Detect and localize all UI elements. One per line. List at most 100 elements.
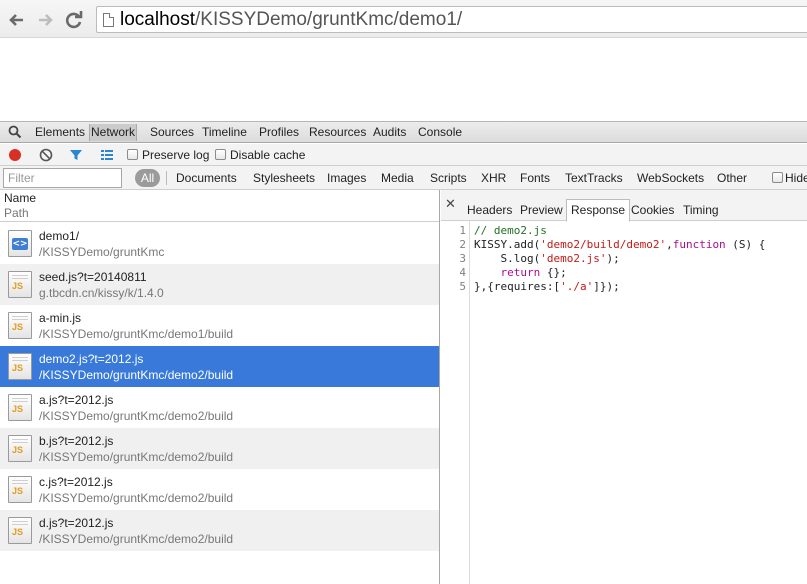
record-icon[interactable] (8, 148, 22, 162)
line-number: 1 (459, 224, 466, 237)
code-line: S.log('demo2.js'); (474, 252, 620, 265)
back-arrow-icon (9, 14, 23, 26)
request-path: /KISSYDemo/gruntKmc/demo2/build (39, 409, 234, 423)
hide-label: Hide (785, 171, 807, 185)
response-source[interactable]: 1 2 3 4 5 // demo2.js KISSY.add('demo2/b… (441, 221, 807, 584)
filter-stylesheets[interactable]: Stylesheets (253, 171, 315, 185)
tab-headers[interactable]: Headers (463, 200, 516, 221)
list-view-icon[interactable] (100, 148, 114, 162)
preserve-log-label: Preserve log (142, 148, 210, 162)
line-number-gutter: 1 2 3 4 5 (441, 221, 470, 584)
filter-funnel-icon[interactable] (69, 148, 83, 162)
request-path: /KISSYDemo/gruntKmc/demo2/build (39, 532, 234, 546)
html-file-icon: <> (8, 230, 32, 257)
request-path: /KISSYDemo/gruntKmc/demo2/build (39, 368, 234, 382)
filter-divider (166, 171, 167, 185)
line-number: 4 (459, 266, 466, 279)
request-row[interactable]: <> demo1/ /KISSYDemo/gruntKmc (0, 223, 439, 264)
request-name: seed.js?t=20140811 (39, 270, 147, 284)
hide-data-urls-checkbox[interactable] (772, 172, 783, 183)
column-name-header[interactable]: Name (4, 191, 36, 205)
tab-audits[interactable]: Audits (373, 124, 406, 141)
request-row[interactable]: JS seed.js?t=20140811 g.tbcdn.cn/kissy/k… (0, 264, 439, 305)
code-line: return {}; (500, 266, 567, 279)
reload-button[interactable] (63, 9, 85, 31)
forward-arrow-icon (39, 14, 53, 26)
url-text[interactable]: localhost/KISSYDemo/gruntKmc/demo1/ (120, 9, 462, 31)
filter-scripts[interactable]: Scripts (430, 171, 467, 185)
filter-all-button[interactable]: All (135, 169, 160, 187)
address-bar[interactable]: localhost/KISSYDemo/gruntKmc/demo1/ (96, 6, 807, 33)
request-row[interactable]: JS c.js?t=2012.js /KISSYDemo/gruntKmc/de… (0, 469, 439, 510)
list-header: Name Path (0, 190, 439, 222)
tab-network[interactable]: Network (89, 124, 138, 141)
filter-xhr[interactable]: XHR (481, 171, 506, 185)
request-path: /KISSYDemo/gruntKmc (39, 245, 165, 259)
detail-tabbar: ✕ Headers Preview Response Cookies Timin… (441, 190, 807, 222)
js-file-icon: JS (8, 476, 32, 503)
tab-cookies[interactable]: Cookies (627, 200, 678, 221)
request-name: d.js?t=2012.js (39, 516, 114, 530)
request-row[interactable]: JS a-min.js /KISSYDemo/gruntKmc/demo1/bu… (0, 305, 439, 346)
request-path: /KISSYDemo/gruntKmc/demo2/build (39, 491, 234, 505)
tab-timing[interactable]: Timing (679, 200, 723, 221)
tab-elements[interactable]: Elements (35, 124, 85, 141)
js-file-icon: JS (8, 353, 32, 380)
request-name: a-min.js (39, 311, 82, 325)
preserve-log-checkbox[interactable] (127, 149, 138, 160)
devtools-tabbar: Elements Network Sources Timeline Profil… (0, 121, 807, 143)
filter-fonts[interactable]: Fonts (520, 171, 550, 185)
reload-icon (65, 11, 83, 29)
code-line: KISSY.add('demo2/build/demo2',function (… (474, 238, 766, 251)
url-host: localhost (120, 9, 195, 30)
search-icon[interactable] (8, 125, 22, 139)
request-row[interactable]: JS a.js?t=2012.js /KISSYDemo/gruntKmc/de… (0, 387, 439, 428)
line-number: 5 (459, 280, 466, 293)
network-toolbar: Preserve log Disable cache (0, 144, 807, 166)
column-path-header[interactable]: Path (4, 206, 29, 220)
filter-input[interactable] (3, 168, 122, 188)
js-file-icon: JS (8, 517, 32, 544)
browser-toolbar: localhost/KISSYDemo/gruntKmc/demo1/ (0, 0, 807, 38)
tab-profiles[interactable]: Profiles (259, 124, 299, 141)
line-number: 2 (459, 238, 466, 251)
url-path: /KISSYDemo/gruntKmc/demo1/ (195, 9, 463, 30)
js-file-icon: JS (8, 271, 32, 298)
tab-preview[interactable]: Preview (516, 200, 567, 221)
tab-resources[interactable]: Resources (309, 124, 366, 141)
page-viewport (0, 39, 807, 121)
request-row-selected[interactable]: JS demo2.js?t=2012.js /KISSYDemo/gruntKm… (0, 346, 439, 387)
code-line: },{requires:['./a']}); (474, 280, 620, 293)
page-icon (103, 13, 114, 27)
request-detail-pane: ✕ Headers Preview Response Cookies Timin… (441, 190, 807, 584)
request-path: g.tbcdn.cn/kissy/k/1.4.0 (39, 286, 164, 300)
clear-icon[interactable] (39, 148, 53, 162)
filter-other[interactable]: Other (717, 171, 747, 185)
tab-timeline[interactable]: Timeline (202, 124, 247, 141)
forward-button[interactable] (34, 9, 56, 31)
tab-sources[interactable]: Sources (150, 124, 194, 141)
request-row[interactable]: JS b.js?t=2012.js /KISSYDemo/gruntKmc/de… (0, 428, 439, 469)
request-path: /KISSYDemo/gruntKmc/demo2/build (39, 450, 234, 464)
request-row[interactable]: JS d.js?t=2012.js /KISSYDemo/gruntKmc/de… (0, 510, 439, 551)
filter-websockets[interactable]: WebSockets (637, 171, 704, 185)
request-name: c.js?t=2012.js (39, 475, 113, 489)
disable-cache-checkbox[interactable] (215, 149, 226, 160)
filter-media[interactable]: Media (381, 171, 414, 185)
filter-documents[interactable]: Documents (176, 171, 237, 185)
tab-console[interactable]: Console (418, 124, 462, 141)
filter-bar: All Documents Stylesheets Images Media S… (0, 166, 807, 190)
back-button[interactable] (6, 9, 28, 31)
line-number: 3 (459, 252, 466, 265)
filter-images[interactable]: Images (327, 171, 366, 185)
request-path: /KISSYDemo/gruntKmc/demo1/build (39, 327, 234, 341)
request-name: b.js?t=2012.js (39, 434, 114, 448)
js-file-icon: JS (8, 394, 32, 421)
request-name: demo1/ (39, 229, 80, 243)
request-name: demo2.js?t=2012.js (39, 352, 144, 366)
filter-texttracks[interactable]: TextTracks (565, 171, 623, 185)
tab-response[interactable]: Response (566, 199, 631, 222)
close-icon[interactable]: ✕ (445, 198, 456, 211)
disable-cache-label: Disable cache (230, 148, 306, 162)
js-file-icon: JS (8, 435, 32, 462)
